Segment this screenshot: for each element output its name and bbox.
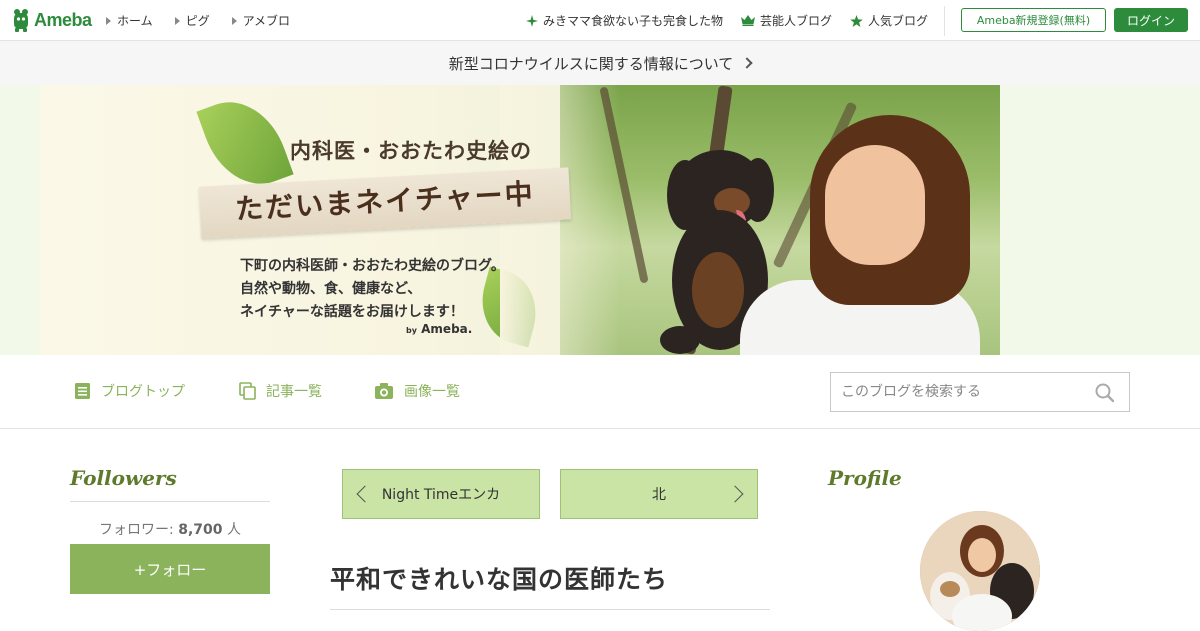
link-popular-blogs[interactable]: 人気ブログ	[850, 12, 928, 29]
nav-ameblo-label: アメブロ	[242, 14, 291, 28]
blog-search-input[interactable]	[831, 373, 1091, 411]
next-entry-button[interactable]: 北	[560, 469, 758, 519]
search-icon[interactable]	[1093, 381, 1117, 405]
register-button[interactable]: Ameba新規登録(無料)	[961, 8, 1106, 32]
blog-search	[830, 372, 1130, 412]
ameba-logo[interactable]: Ameba	[12, 8, 92, 32]
login-button[interactable]: ログイン	[1114, 8, 1188, 32]
banner-description: 下町の内科医師・おおたわ史絵のブログ。 自然や動物、食、健康など、 ネイチャーな…	[240, 255, 505, 324]
follower-count-label: フォロワー:	[99, 522, 174, 538]
banner-desc-line: 自然や動物、食、健康など、	[240, 281, 422, 297]
avatar-photo	[920, 511, 1040, 631]
banner-subtitle: 内科医・おおたわ史絵の	[290, 139, 532, 163]
blog-header-banner: 内科医・おおたわ史絵の ただいまネイチャー中 下町の内科医師・おおたわ史絵のブロ…	[0, 85, 1200, 355]
follower-count-unit: 人	[226, 522, 241, 538]
by-ameba-mark: by Ameba.	[406, 322, 472, 336]
chevron-right-icon	[726, 485, 744, 503]
followers-divider	[70, 501, 270, 502]
link-celebrity-blogs[interactable]: 芸能人ブログ	[740, 12, 832, 29]
banner-image[interactable]: 内科医・おおたわ史絵の ただいまネイチャー中 下町の内科医師・おおたわ史絵のブロ…	[40, 85, 1000, 355]
by-brand: Ameba.	[421, 322, 473, 336]
blog-nav: ブログトップ 記事一覧 画像一覧	[0, 355, 1200, 429]
link-celebrity-blogs-label: 芸能人ブログ	[759, 14, 832, 28]
triangle-right-icon	[174, 16, 180, 25]
header-divider	[944, 6, 945, 36]
sparkle-icon	[525, 14, 538, 27]
follower-count-value: 8,700	[178, 522, 223, 538]
camera-icon	[375, 383, 393, 399]
nav-home-label: ホーム	[117, 14, 153, 28]
chevron-left-icon	[356, 485, 374, 503]
triangle-right-icon	[231, 16, 237, 25]
followers-heading: Followers	[70, 466, 177, 490]
chevron-right-icon	[741, 57, 753, 69]
blog-nav-images[interactable]: 画像一覧	[374, 381, 460, 401]
ameba-mascot-icon	[14, 9, 28, 32]
blog-nav-articles[interactable]: 記事一覧	[239, 381, 322, 401]
entry-title[interactable]: 平和できれいな国の医師たち	[330, 560, 668, 596]
blog-nav-top[interactable]: ブログトップ	[74, 381, 185, 401]
banner-desc-line: ネイチャーな話題をお届けします！	[240, 304, 464, 320]
nav-ameblo[interactable]: アメブロ	[231, 12, 291, 29]
prev-entry-label: Night Timeエンカ	[381, 487, 501, 503]
follow-button[interactable]: +フォロー	[70, 544, 270, 594]
triangle-right-icon	[106, 16, 111, 25]
banner-desc-line: 下町の内科医師・おおたわ史絵のブログ。	[240, 258, 505, 274]
blog-nav-top-label: ブログトップ	[101, 384, 185, 400]
woman-face	[825, 145, 925, 265]
star-icon	[850, 14, 863, 27]
global-nav: ホーム ピグ アメブロ	[106, 12, 290, 29]
profile-heading: Profile	[828, 466, 902, 490]
covid-notice-link[interactable]: 新型コロナウイルスに関する情報について	[0, 41, 1200, 85]
header-right-links: みきママ食欲ない子も完食した物 芸能人ブログ 人気ブログ	[525, 12, 928, 29]
global-header: Ameba ホーム ピグ アメブロ みきママ食欲ない子も完食した物 芸能人ブログ…	[0, 0, 1200, 41]
link-popular-blogs-label: 人気ブログ	[867, 14, 928, 28]
link-trending-article-label: みきママ食欲ない子も完食した物	[542, 14, 723, 28]
link-trending-article[interactable]: みきママ食欲ない子も完食した物	[525, 12, 723, 29]
next-entry-label: 北	[652, 487, 666, 503]
entry-title-divider	[330, 609, 770, 610]
crown-icon	[740, 15, 755, 26]
follower-count: フォロワー: 8,700 人	[70, 519, 270, 539]
blog-nav-images-label: 画像一覧	[404, 384, 460, 400]
nav-pigg-label: ピグ	[185, 14, 210, 28]
nav-pigg[interactable]: ピグ	[174, 12, 210, 29]
document-icon	[75, 383, 90, 399]
nav-home[interactable]: ホーム	[106, 12, 153, 29]
covid-notice-text: 新型コロナウイルスに関する情報について	[448, 54, 734, 73]
by-label: by	[406, 326, 417, 335]
blog-nav-articles-label: 記事一覧	[266, 384, 322, 400]
profile-avatar[interactable]	[920, 511, 1040, 631]
prev-entry-button[interactable]: Night Timeエンカ	[342, 469, 540, 519]
copy-icon	[239, 382, 256, 400]
logo-text: Ameba	[34, 9, 92, 30]
